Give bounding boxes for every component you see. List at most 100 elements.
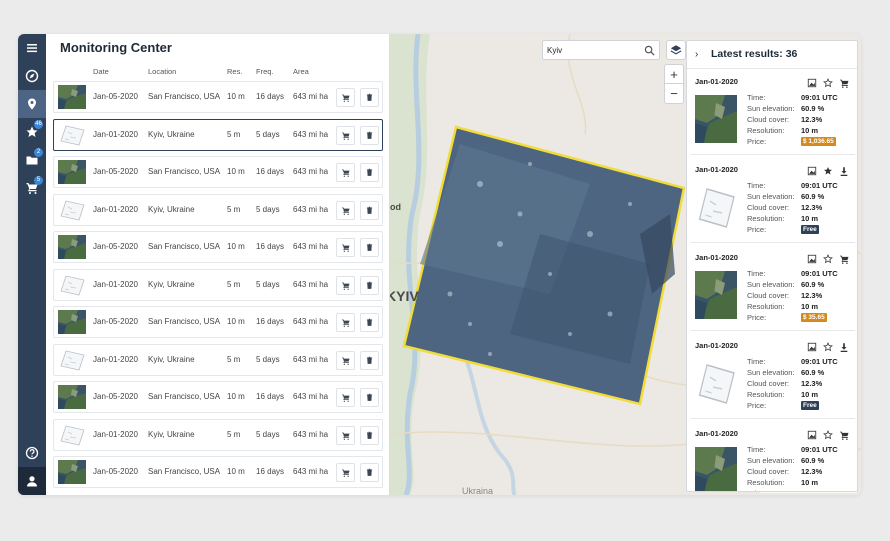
delete-button[interactable] <box>360 463 379 482</box>
add-to-cart-button[interactable] <box>839 75 849 88</box>
result-sun-elevation: 60.9 % <box>801 280 825 289</box>
row-area: 643 mi ha <box>293 242 329 251</box>
row-resolution: 10 m <box>227 167 245 176</box>
result-card[interactable]: Jan-01-2020 Time: 09:01 UTC Sun elevation: 6… <box>691 71 855 155</box>
favorite-button[interactable] <box>823 75 833 88</box>
sidebar-item-favorites[interactable]: 46 <box>18 118 46 146</box>
favorite-button[interactable] <box>823 427 833 440</box>
preview-button[interactable] <box>807 339 817 352</box>
header-area: Area <box>293 67 309 76</box>
delete-button[interactable] <box>360 425 379 445</box>
row-area: 643 mi ha <box>293 279 329 289</box>
scene-thumbnail <box>58 85 86 109</box>
result-resolution: 10 m <box>801 126 819 135</box>
row-area: 643 mi ha <box>293 354 329 364</box>
zoom-out-button[interactable]: − <box>665 84 683 103</box>
add-to-cart-button[interactable] <box>336 275 355 295</box>
add-to-cart-button[interactable] <box>336 88 355 107</box>
add-to-cart-button[interactable] <box>336 388 355 407</box>
delete-button[interactable] <box>360 88 379 107</box>
list-item[interactable]: Jan-01-2020 Kyiv, Ukraine 5 m 5 days 643 mi … <box>53 118 383 151</box>
delete-button[interactable] <box>360 125 379 145</box>
layers-button[interactable] <box>666 40 686 60</box>
location-pin-icon <box>28 98 36 110</box>
row-area: 643 mi ha <box>293 429 329 439</box>
result-sun-elevation-label: Sun elevation: <box>747 104 795 113</box>
result-resolution: 10 m <box>801 302 819 311</box>
delete-button[interactable] <box>360 275 379 295</box>
results-header[interactable]: › Latest results: 36 <box>687 41 857 69</box>
preview-icon <box>807 254 817 264</box>
zoom-in-button[interactable]: + <box>665 65 683 84</box>
row-date: Jan-01-2020 <box>93 354 138 364</box>
cart-icon <box>342 469 350 477</box>
sidebar-item-folders[interactable]: 2 <box>18 146 46 174</box>
profile-button[interactable] <box>18 467 46 495</box>
result-card[interactable]: Jan-01-2020 Time: 09:01 UTC Sun elevation: 6… <box>691 423 855 491</box>
list-item[interactable]: Jan-01-2020 Kyiv, Ukraine 5 m 5 days 643 mi … <box>53 418 383 451</box>
result-cloud-cover-label: Cloud cover: <box>747 379 790 388</box>
list-item[interactable]: Jan-01-2020 Kyiv, Ukraine 5 m 5 days 643 mi … <box>53 343 383 376</box>
result-thumbnail <box>695 359 737 407</box>
list-header: Date Location Res. Freq. Area <box>46 67 390 79</box>
add-to-cart-button[interactable] <box>336 238 355 257</box>
search-input[interactable] <box>547 44 643 57</box>
delete-button[interactable] <box>360 388 379 407</box>
list-item[interactable]: Jan-05-2020 San Francisco, USA 10 m 16 days… <box>53 456 383 488</box>
result-sun-elevation: 60.9 % <box>801 104 825 113</box>
result-actions <box>807 75 849 88</box>
result-card[interactable]: Jan-01-2020 Time: 09:01 UTC Sun elevation: 6… <box>691 159 855 243</box>
help-icon <box>25 446 39 460</box>
add-to-cart-button[interactable] <box>336 350 355 370</box>
list-item[interactable]: Jan-05-2020 San Francisco, USA 10 m 16 days… <box>53 231 383 263</box>
list-item[interactable]: Jan-05-2020 San Francisco, USA 10 m 16 days… <box>53 306 383 338</box>
result-date: Jan-01-2020 <box>695 77 738 86</box>
delete-button[interactable] <box>360 313 379 332</box>
list-item[interactable]: Jan-05-2020 San Francisco, USA 10 m 16 days… <box>53 381 383 413</box>
list-item[interactable]: Jan-05-2020 San Francisco, USA 10 m 16 days… <box>53 156 383 188</box>
preview-button[interactable] <box>807 163 817 176</box>
add-to-cart-button[interactable] <box>336 125 355 145</box>
list-item[interactable]: Jan-05-2020 San Francisco, USA 10 m 16 days… <box>53 81 383 113</box>
search-icon[interactable] <box>644 45 655 56</box>
result-card[interactable]: Jan-01-2020 Time: 09:01 UTC Sun elevation: 6… <box>691 335 855 419</box>
preview-button[interactable] <box>807 75 817 88</box>
add-to-cart-button[interactable] <box>336 163 355 182</box>
add-to-cart-button[interactable] <box>839 427 849 440</box>
result-thumbnail <box>695 95 737 143</box>
sidebar-item-cart[interactable]: 5 <box>18 174 46 202</box>
add-to-cart-button[interactable] <box>336 313 355 332</box>
preview-icon <box>807 430 817 440</box>
chevron-right-icon[interactable]: › <box>695 49 698 60</box>
sidebar-item-locations[interactable] <box>18 90 46 118</box>
add-to-cart-button[interactable] <box>839 251 849 264</box>
favorite-button[interactable] <box>823 163 833 175</box>
list-item[interactable]: Jan-01-2020 Kyiv, Ukraine 5 m 5 days 643 mi … <box>53 193 383 226</box>
result-price-label: Price: <box>747 313 767 322</box>
cart-icon <box>342 132 350 140</box>
download-button[interactable] <box>839 163 849 176</box>
row-location: San Francisco, USA <box>148 167 221 176</box>
delete-button[interactable] <box>360 238 379 257</box>
list-item[interactable]: Jan-01-2020 Kyiv, Ukraine 5 m 5 days 643 mi … <box>53 268 383 301</box>
row-area: 643 mi ha <box>293 92 329 101</box>
map-label-city: KYIV <box>390 288 419 304</box>
favorite-button[interactable] <box>823 251 833 264</box>
add-to-cart-button[interactable] <box>336 425 355 445</box>
star-outline-icon <box>823 78 833 88</box>
add-to-cart-button[interactable] <box>336 200 355 220</box>
delete-button[interactable] <box>360 163 379 182</box>
sidebar-item-explore[interactable] <box>18 62 46 90</box>
help-button[interactable] <box>18 439 46 467</box>
add-to-cart-button[interactable] <box>336 463 355 482</box>
preview-button[interactable] <box>807 427 817 440</box>
layers-icon <box>670 45 682 55</box>
result-card[interactable]: Jan-01-2020 Time: 09:01 UTC Sun elevation: 6… <box>691 247 855 331</box>
download-button[interactable] <box>839 339 849 352</box>
delete-button[interactable] <box>360 200 379 220</box>
favorite-button[interactable] <box>823 339 833 352</box>
menu-button[interactable] <box>18 34 46 62</box>
preview-button[interactable] <box>807 251 817 264</box>
delete-button[interactable] <box>360 350 379 370</box>
row-resolution: 10 m <box>227 317 245 326</box>
